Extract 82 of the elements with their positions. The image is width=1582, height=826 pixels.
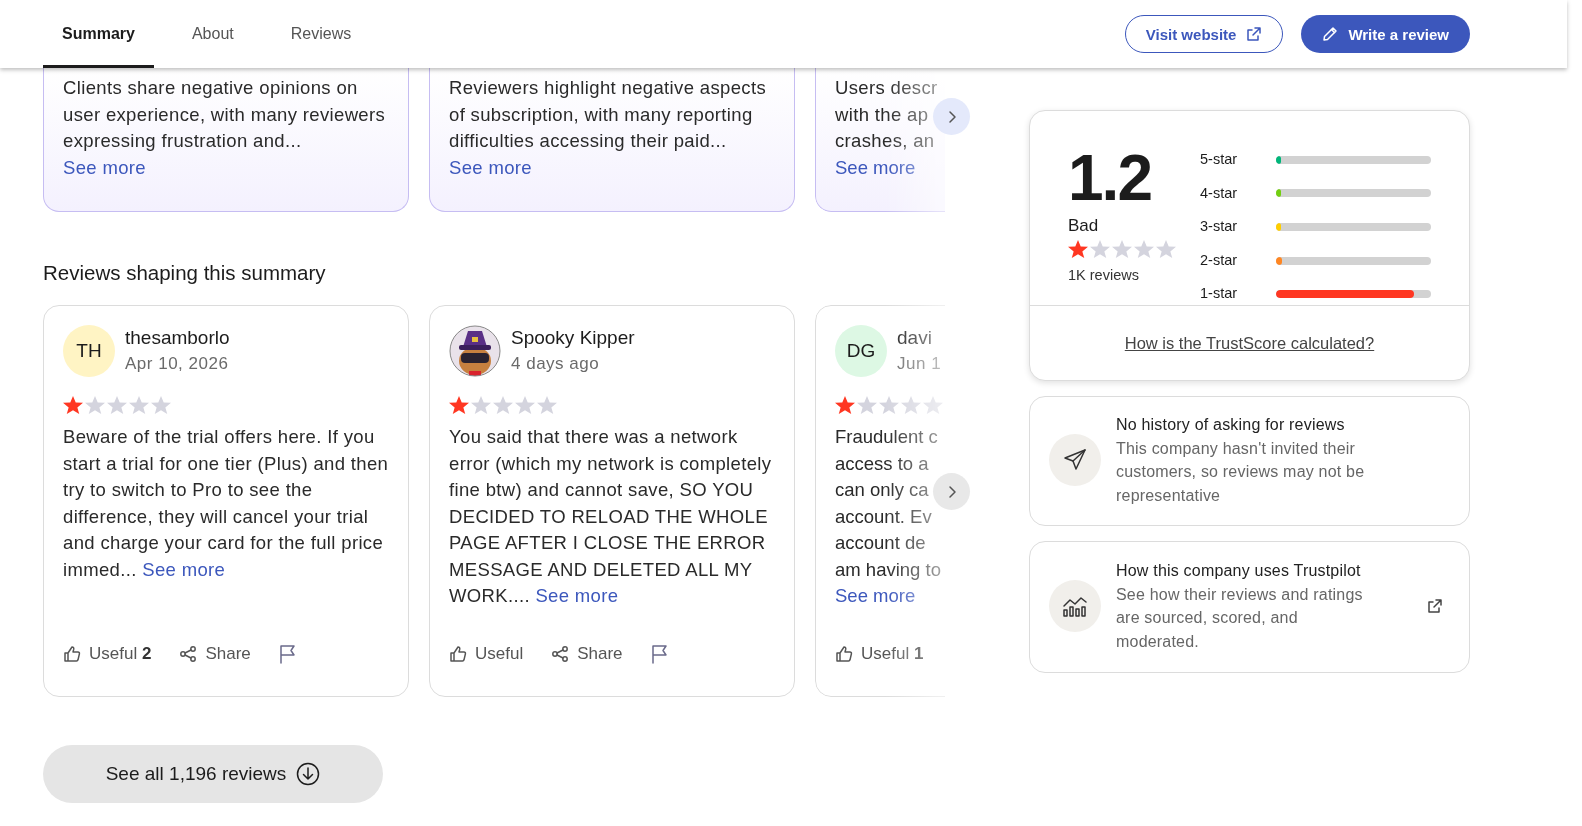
review-date: Apr 10, 2026 xyxy=(125,353,230,375)
empty-star-icon xyxy=(901,395,921,415)
empty-star-icon xyxy=(879,395,899,415)
review-text: You said that there was a network error (which my network is completely fine btw) and cannot save, SO YOU DECIDED TO RELOAD THE WHOLE PAGE AFTER I CLOSE THE ERROR MESSAGE AND DELETED ALL MY WORK.... See more xyxy=(449,425,773,608)
external-link-icon xyxy=(1246,26,1263,42)
summary-text: Reviewers highlight negative aspects of subscription, with many reporting difficulties accessing their paid... See more xyxy=(449,76,767,180)
star-level-label: 2-star xyxy=(1200,251,1239,270)
see-more-link[interactable]: See more xyxy=(835,156,916,178)
tab[interactable]: About xyxy=(172,0,253,68)
filled-star-icon xyxy=(63,395,83,415)
useful-button[interactable]: Useful xyxy=(449,644,524,664)
star-level-label: 1-star xyxy=(1200,285,1239,303)
see-more-link[interactable]: See more xyxy=(535,585,619,606)
see-more-link[interactable]: See more xyxy=(63,156,146,178)
share-button[interactable]: Share xyxy=(551,644,623,664)
avatar-initials: TH xyxy=(63,325,115,377)
empty-star-icon xyxy=(85,395,105,415)
write-review-button[interactable]: Write a review xyxy=(1301,15,1470,53)
empty-star-icon xyxy=(471,395,491,415)
info-title: How this company uses Trustpilot xyxy=(1116,561,1362,581)
empty-star-icon xyxy=(537,395,557,415)
thumbs-up-icon xyxy=(835,645,853,663)
star-level-label: 4-star xyxy=(1200,184,1239,203)
report-button[interactable] xyxy=(650,644,669,664)
see-all-reviews-button[interactable]: See all 1,196 reviews xyxy=(43,745,383,803)
review-date: Jun 1 xyxy=(897,353,942,375)
pencil-icon xyxy=(1322,26,1339,42)
visit-website-button[interactable]: Visit website xyxy=(1124,15,1284,53)
empty-star-icon xyxy=(493,395,513,415)
empty-star-icon xyxy=(129,395,149,415)
review-count: 1K reviews xyxy=(1068,267,1140,283)
empty-star-icon xyxy=(107,395,127,415)
reviewer-name[interactable]: Spooky Kipper xyxy=(511,325,635,351)
star-level-label: 3-star xyxy=(1200,218,1239,236)
external-link-icon xyxy=(1427,598,1443,614)
rating-label: Bad xyxy=(1068,215,1100,237)
empty-star-icon xyxy=(1156,239,1176,259)
tab[interactable]: Reviews xyxy=(271,0,371,68)
empty-star-icon xyxy=(1112,239,1132,259)
info-text: See how their reviews and ratings are sourced, scored, and moderated. xyxy=(1116,584,1364,652)
see-more-link[interactable]: See more xyxy=(449,156,532,178)
report-button[interactable] xyxy=(278,644,297,664)
thumbs-up-icon xyxy=(63,645,81,663)
info-title: No history of asking for reviews xyxy=(1116,415,1346,435)
avatar-initials: DG xyxy=(835,325,887,377)
share-button[interactable]: Share xyxy=(179,644,251,664)
flag-icon xyxy=(278,644,297,664)
summary-text: Clients share negative opinions on user experience, with many reviewers expressing frustration and... See more xyxy=(63,76,387,180)
trustscore-link[interactable]: How is the TrustScore calculated? xyxy=(1124,333,1375,353)
reviewer-name[interactable]: davi xyxy=(897,325,942,351)
share-icon xyxy=(551,645,570,663)
summary-text: Users descr with the ap crashes, an xyxy=(835,76,939,153)
empty-star-icon xyxy=(151,395,171,415)
review-date: 4 days ago xyxy=(511,353,601,375)
filled-star-icon xyxy=(1068,239,1088,259)
info-text: This company hasn't invited their customers, so reviews may not be representative xyxy=(1116,438,1366,506)
useful-button[interactable]: Useful 1 xyxy=(835,644,924,664)
review-text: Fraudulent c access to a can only ca account. Ev account de am having to xyxy=(835,425,942,582)
see-more-link[interactable]: See more xyxy=(142,558,226,580)
arrow-down-circle-icon xyxy=(296,762,321,786)
filled-star-icon xyxy=(449,395,469,415)
bar-chart-icon xyxy=(1062,594,1088,618)
section-heading: Reviews shaping this summary xyxy=(43,261,327,285)
review-text: Beware of the trial offers here. If you start a trial for one tier (Plus) and then try to switch to Pro to see the difference, they will cancel your trial and charge your card for the full price immed... See more xyxy=(63,425,389,582)
empty-star-icon xyxy=(923,395,943,415)
trust-score: 1.2 xyxy=(1068,143,1152,213)
star-level-label: 5-star xyxy=(1200,151,1239,169)
thumbs-up-icon xyxy=(449,645,467,663)
flag-icon xyxy=(650,644,669,664)
empty-star-icon xyxy=(515,395,535,415)
useful-button[interactable]: Useful 2 xyxy=(63,644,152,664)
empty-star-icon xyxy=(1090,239,1110,259)
external-link-button[interactable] xyxy=(1427,598,1443,614)
empty-star-icon xyxy=(857,395,877,415)
next-button[interactable] xyxy=(933,98,970,135)
empty-star-icon xyxy=(1134,239,1154,259)
paper-plane-icon xyxy=(1063,448,1087,472)
filled-star-icon xyxy=(835,395,855,415)
reviewer-name[interactable]: thesamborlo xyxy=(125,325,230,351)
see-more-link[interactable]: See more xyxy=(835,583,945,610)
share-icon xyxy=(179,645,198,663)
next-button[interactable] xyxy=(933,473,970,510)
